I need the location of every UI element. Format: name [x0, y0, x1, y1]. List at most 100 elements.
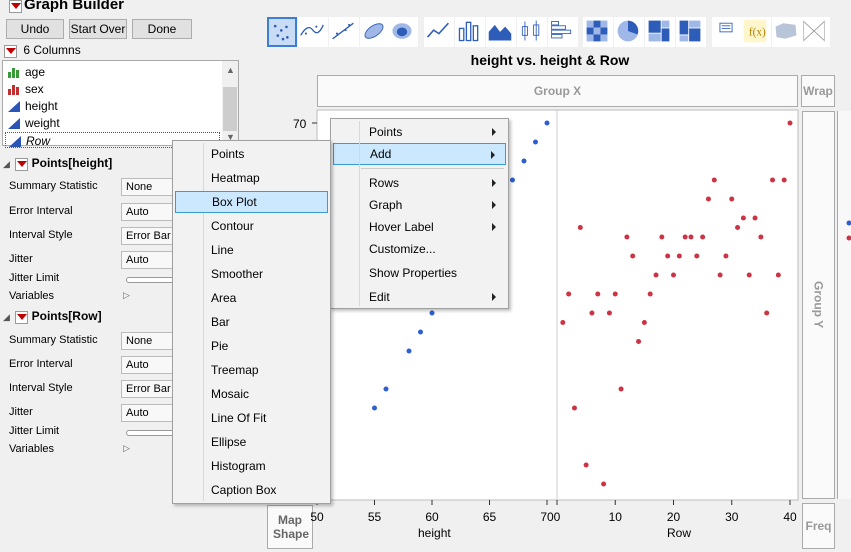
right-data-point: [589, 310, 595, 316]
right-data-point: [764, 310, 770, 316]
left-data-point: [533, 139, 538, 145]
menu-item-label: Caption Box: [211, 483, 277, 497]
columns-menu-icon[interactable]: [4, 44, 17, 58]
points-height-menu-icon[interactable]: [15, 157, 29, 171]
histogram-icon[interactable]: [548, 17, 578, 47]
pr-summary-select[interactable]: None: [121, 332, 173, 350]
wrap-zone[interactable]: Wrap: [801, 75, 835, 107]
add-menu-item-caption-box[interactable]: Caption Box: [175, 479, 328, 501]
add-menu-item-histogram[interactable]: Histogram: [175, 455, 328, 477]
column-item-sex[interactable]: sex: [5, 81, 220, 97]
add-menu-item-bar[interactable]: Bar: [175, 311, 328, 333]
start-over-button[interactable]: Start Over: [69, 19, 127, 39]
ph-style-select[interactable]: Error Bar: [121, 227, 173, 245]
formula-icon[interactable]: f(x): [741, 17, 771, 47]
right-data-point: [665, 253, 671, 259]
pie-icon[interactable]: [614, 17, 644, 47]
caption-box-icon[interactable]: [712, 17, 742, 47]
menu-item-label: Graph: [369, 198, 403, 212]
left-x-axis-label[interactable]: height: [418, 526, 451, 540]
ph-variables-expand-icon[interactable]: ▷: [123, 290, 130, 301]
pr-summary-label: Summary Statistic: [9, 334, 98, 346]
column-list-scrollbar[interactable]: ▲ ▼: [222, 61, 238, 145]
scroll-thumb[interactable]: [223, 87, 237, 131]
menu-item-label: Mosaic: [211, 387, 250, 401]
add-menu-item-area[interactable]: Area: [175, 287, 328, 309]
right-x-tick-label: 0: [554, 510, 561, 524]
area-icon[interactable]: [486, 17, 516, 47]
scroll-up-arrow[interactable]: ▲: [226, 65, 235, 75]
left-data-point: [544, 120, 550, 126]
right-data-point: [711, 177, 717, 183]
right-x-axis-label[interactable]: Row: [667, 526, 691, 540]
right-data-point: [653, 272, 659, 278]
pr-variables-expand-icon[interactable]: ▷: [123, 443, 130, 454]
pr-jitter-select[interactable]: Auto: [121, 404, 173, 422]
side-zone-stub[interactable]: [837, 111, 851, 499]
right-data-point: [571, 405, 577, 411]
freq-zone[interactable]: Freq: [802, 503, 835, 549]
contour-icon[interactable]: [388, 17, 418, 47]
ph-summary-select[interactable]: None: [121, 178, 173, 196]
box-plot-icon[interactable]: [517, 17, 547, 47]
ph-jitter-limit-slider[interactable]: [126, 277, 174, 283]
title-menu-icon[interactable]: [9, 0, 22, 13]
treemap-icon[interactable]: [645, 17, 675, 47]
pr-style-select[interactable]: Error Bar: [121, 380, 173, 398]
right-data-point: [752, 215, 758, 221]
column-item-height[interactable]: height: [5, 98, 220, 114]
add-menu-item-smoother[interactable]: Smoother: [175, 263, 328, 285]
right-data-point: [624, 234, 630, 240]
column-item-age[interactable]: age: [5, 64, 220, 80]
undo-button[interactable]: Undo: [6, 19, 64, 39]
right-data-point: [566, 291, 572, 297]
ph-error-select[interactable]: Auto: [121, 203, 173, 221]
points-icon[interactable]: [267, 17, 297, 47]
right-data-point: [612, 291, 618, 297]
smoother-icon[interactable]: [298, 17, 328, 47]
pr-variables-label: Variables: [9, 443, 55, 455]
add-menu-item-mosaic[interactable]: Mosaic: [175, 383, 328, 405]
right-data-point: [723, 253, 729, 259]
pr-jitter-limit-slider[interactable]: [126, 430, 174, 436]
parallel-icon[interactable]: [800, 17, 830, 47]
add-menu-item-points[interactable]: Points: [175, 143, 328, 165]
column-list[interactable]: age sex height weight Row ▲ ▼: [2, 60, 239, 148]
menu-item-label: Ellipse: [211, 435, 247, 449]
submenu-arrow-icon: [492, 201, 496, 209]
menu-item-label: Bar: [211, 315, 230, 329]
heatmap-icon[interactable]: [583, 17, 613, 47]
points-height-header[interactable]: ◢ Points[height]: [3, 156, 171, 172]
line-icon[interactable]: [424, 17, 454, 47]
group-x-zone[interactable]: Group X: [317, 75, 798, 107]
mosaic-icon[interactable]: [676, 17, 706, 47]
pr-error-select[interactable]: Auto: [121, 356, 173, 374]
right-data-point: [641, 320, 647, 325]
continuous-icon: [8, 135, 22, 147]
right-data-point: [688, 234, 694, 240]
done-button[interactable]: Done: [132, 19, 192, 39]
add-menu-item-box-plot[interactable]: Box Plot: [175, 191, 328, 213]
add-menu-item-line-of-fit[interactable]: Line Of Fit: [175, 407, 328, 429]
line-of-fit-icon[interactable]: [329, 17, 359, 47]
menu-item-label: Treemap: [211, 363, 259, 377]
bar-icon[interactable]: [455, 17, 485, 47]
map-shape-zone[interactable]: Map Shape: [267, 505, 313, 549]
add-menu-item-line[interactable]: Line: [175, 239, 328, 261]
points-row-header[interactable]: ◢ Points[Row]: [3, 309, 171, 325]
column-item-label: weight: [25, 116, 60, 130]
column-item-weight[interactable]: weight: [5, 115, 220, 131]
add-menu-item-ellipse[interactable]: Ellipse: [175, 431, 328, 453]
left-data-point: [521, 158, 527, 164]
submenu-arrow-icon: [492, 128, 496, 136]
points-row-menu-icon[interactable]: [15, 310, 29, 324]
add-menu-item-treemap[interactable]: Treemap: [175, 359, 328, 381]
ellipse-icon[interactable]: [360, 17, 390, 47]
ph-jitter-select[interactable]: Auto: [121, 251, 173, 269]
add-menu-item-heatmap[interactable]: Heatmap: [175, 167, 328, 189]
add-menu-item-pie[interactable]: Pie: [175, 335, 328, 357]
map-shape-icon[interactable]: [772, 17, 802, 47]
add-menu-item-contour[interactable]: Contour: [175, 215, 328, 237]
menu-item-label: Line Of Fit: [211, 411, 267, 425]
group-y-zone[interactable]: Group Y: [802, 111, 835, 499]
